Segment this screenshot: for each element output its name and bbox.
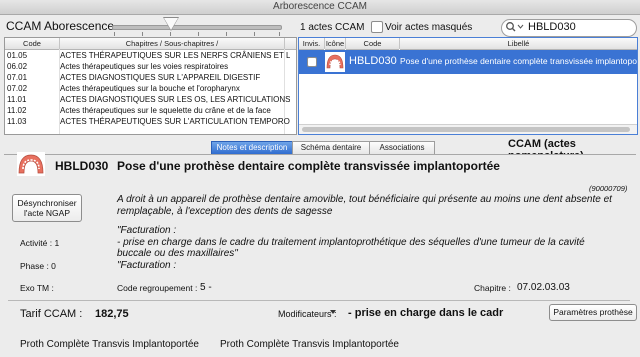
denture-icon bbox=[325, 52, 345, 72]
modifiers-dropdown-icon[interactable] bbox=[330, 310, 336, 314]
table-row-selected[interactable]: HBLD030 Pose d'une prothèse dentaire com… bbox=[299, 50, 637, 74]
phase-value: Phase : 0 bbox=[20, 261, 56, 271]
act-reference: (90000709) bbox=[589, 184, 628, 193]
acts-count: 1 actes CCAM bbox=[300, 22, 365, 33]
prosthesis-parameters-button[interactable]: Paramètres prothèse bbox=[549, 304, 637, 321]
zoom-slider-track[interactable] bbox=[112, 25, 282, 30]
short-label-left: Proth Complète Transvis Implantoportée bbox=[20, 339, 199, 350]
divider bbox=[8, 300, 630, 301]
table-row[interactable]: 07.01 ACTES DIAGNOSTIQUES SUR L'APPAREIL … bbox=[5, 72, 296, 83]
act-title: Pose d'une prothèse dentaire complète tr… bbox=[117, 159, 500, 173]
chapter-text: ACTES THÉRAPEUTIQUES SUR LES NERFS CRÂNI… bbox=[60, 51, 290, 60]
act-label: Pose d'une prothèse dentaire complète tr… bbox=[400, 56, 638, 66]
table-row[interactable]: 11.02 Actes thérapeutiques sur le squelet… bbox=[5, 105, 296, 116]
chapter-text: Actes thérapeutiques sur la bouche et l'… bbox=[60, 84, 240, 93]
table-row[interactable]: 01.05 ACTES THÉRAPEUTIQUES SUR LES NERFS … bbox=[5, 50, 296, 61]
invisible-checkbox[interactable] bbox=[307, 57, 317, 67]
table-row[interactable]: 11.01 ACTES DIAGNOSTIQUES SUR LES OS, LES… bbox=[5, 94, 296, 105]
regroup-label: Code regroupement : bbox=[117, 283, 198, 293]
column-header-invis[interactable]: Invis. bbox=[299, 38, 324, 50]
chapter-code: 07.02 bbox=[7, 84, 28, 93]
hidden-acts-checkbox[interactable] bbox=[371, 21, 383, 33]
description-line: remplaçable, à l'exception des dents de … bbox=[117, 206, 333, 217]
chapter-text: ACTES DIAGNOSTIQUES SUR L'APPAREIL DIGES… bbox=[60, 73, 261, 82]
short-label-right: Proth Complète Transvis Implantoportée bbox=[220, 339, 399, 350]
modifiers-value[interactable]: - prise en charge dans le cadr bbox=[348, 307, 503, 319]
billing-notes: "Facturation : - prise en charge dans le… bbox=[117, 225, 585, 271]
billing-line: "Facturation : bbox=[117, 225, 177, 236]
hidden-acts-label: Voir actes masqués bbox=[385, 22, 473, 33]
column-header-icon[interactable]: Icône bbox=[325, 38, 345, 50]
chapter-code: 01.05 bbox=[7, 51, 28, 60]
tab-associations[interactable]: Associations bbox=[369, 141, 435, 155]
slider-tick bbox=[279, 32, 280, 36]
modifiers-label: Modificateurs : bbox=[278, 309, 337, 319]
scrollbar-thumb[interactable] bbox=[302, 127, 630, 132]
column-header-chapters[interactable]: Chapitres / Sous-chapitres / bbox=[60, 38, 284, 50]
window-title-bar: Arborescence CCAM bbox=[0, 0, 640, 15]
chapter-label: Chapitre : bbox=[474, 283, 511, 293]
tarif-label: Tarif CCAM : bbox=[20, 308, 83, 320]
billing-line: - prise en charge dans le cadre du trait… bbox=[117, 236, 585, 248]
search-input[interactable] bbox=[528, 20, 628, 34]
desync-line-2: l'acte NGAP bbox=[23, 208, 71, 218]
slider-tick bbox=[226, 32, 227, 36]
chapter-code: 07.01 bbox=[7, 73, 28, 82]
chapter-code: 11.02 bbox=[7, 106, 27, 115]
table-row[interactable]: 07.02 Actes thérapeutiques sur la bouche … bbox=[5, 83, 296, 94]
chapter-text: Actes thérapeutiques sur les voies respi… bbox=[60, 62, 229, 71]
horizontal-scrollbar[interactable] bbox=[299, 124, 637, 134]
act-description: A droit à un appareil de prothèse dentai… bbox=[117, 194, 612, 218]
chapter-text: ACTES DIAGNOSTIQUES SUR LES OS, LES ARTI… bbox=[60, 95, 290, 104]
act-code: HBLD030 bbox=[349, 55, 397, 67]
acts-table[interactable]: Invis. Icône Code Libellé HBLD030 Pose d… bbox=[298, 37, 638, 135]
column-header-code[interactable]: Code bbox=[346, 38, 399, 50]
slider-tick bbox=[142, 32, 143, 36]
tab-dental-chart[interactable]: Schéma dentaire bbox=[292, 141, 370, 155]
desync-ngap-button[interactable]: Désynchroniser l'acte NGAP bbox=[12, 194, 82, 222]
search-icon[interactable] bbox=[505, 21, 525, 33]
zoom-slider-thumb[interactable] bbox=[164, 18, 178, 30]
slider-tick bbox=[170, 32, 171, 36]
column-header-label[interactable]: Libellé bbox=[400, 38, 637, 50]
chapter-text: ACTES THÉRAPEUTIQUES SUR L'ARTICULATION … bbox=[60, 117, 290, 126]
table-row[interactable]: 06.02 Actes thérapeutiques sur les voies … bbox=[5, 61, 296, 72]
billing-line: buccale ou des maxillaires" bbox=[117, 248, 238, 259]
window-title: Arborescence CCAM bbox=[273, 1, 367, 12]
slider-tick bbox=[198, 32, 199, 36]
column-header-code[interactable]: Code bbox=[5, 38, 59, 50]
table-row[interactable]: 11.03 ACTES THÉRAPEUTIQUES SUR L'ARTICULA… bbox=[5, 116, 296, 127]
chapter-code: 11.03 bbox=[7, 117, 27, 126]
tarif-value: 182,75 bbox=[95, 308, 129, 320]
billing-line: "Facturation : bbox=[117, 259, 177, 271]
denture-icon bbox=[17, 152, 45, 176]
description-line: A droit à un appareil de prothèse dentai… bbox=[117, 194, 612, 205]
slider-tick bbox=[254, 32, 255, 36]
chapters-table[interactable]: Code Chapitres / Sous-chapitres / 01.05 A… bbox=[4, 37, 297, 135]
column-header-extra bbox=[285, 38, 296, 50]
activity-value: Activité : 1 bbox=[20, 238, 60, 248]
chapter-text: Actes thérapeutiques sur le squelette du… bbox=[60, 106, 271, 115]
tab-notes-description[interactable]: Notes et description bbox=[211, 141, 293, 155]
slider-tick bbox=[114, 32, 115, 36]
chapter-code: 06.02 bbox=[7, 62, 28, 71]
regroup-value: 5 - bbox=[200, 282, 212, 293]
tree-label: CCAM Aborescence bbox=[6, 19, 115, 33]
act-code-title: HBLD030 bbox=[55, 159, 109, 173]
exo-tm-label: Exo TM : bbox=[20, 283, 54, 293]
chapter-value: 07.02.03.03 bbox=[517, 282, 570, 293]
chapter-code: 11.01 bbox=[7, 95, 27, 104]
desync-line-1: Désynchroniser bbox=[17, 198, 77, 208]
